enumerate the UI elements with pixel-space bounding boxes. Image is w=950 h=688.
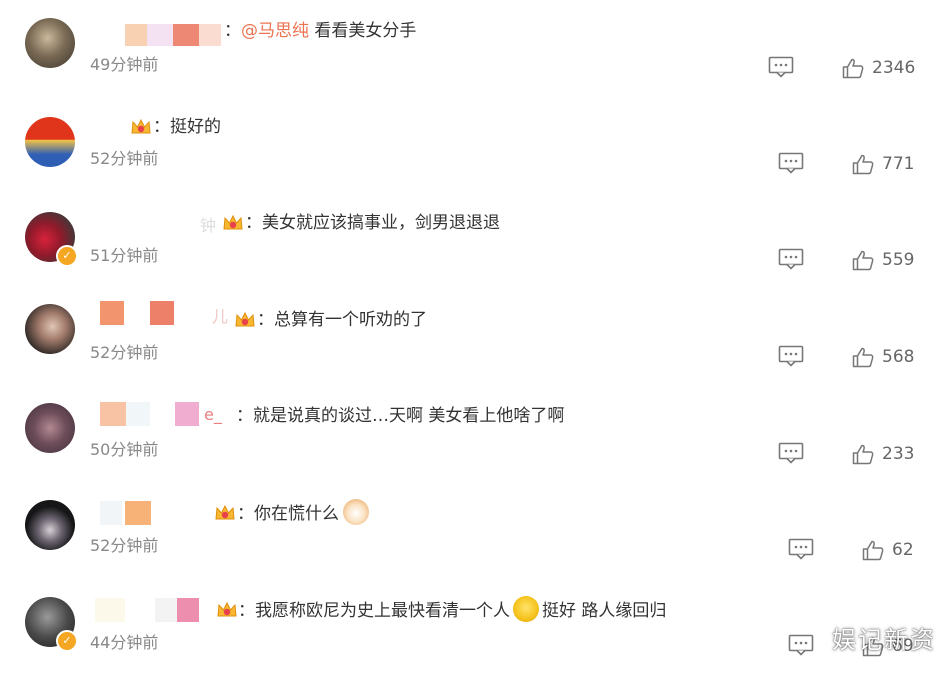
avatar[interactable] <box>25 117 75 167</box>
like-count: 568 <box>882 347 915 367</box>
comment-text: ：我愿称欧尼为史上最快看清一个人 挺好 路人缘回归 <box>238 596 666 624</box>
thumbs-up-icon <box>842 58 864 78</box>
watermark: 娱记新资 <box>832 626 936 654</box>
comment-time: 52分钟前 <box>90 343 159 362</box>
reply-icon[interactable] <box>778 248 804 270</box>
thumbs-up-icon <box>852 444 874 464</box>
comment-time: 44分钟前 <box>90 633 159 652</box>
separator: ： <box>224 21 241 41</box>
comment-text: ：就是说真的谈过…天啊 美女看上他啥了啊 <box>236 406 565 426</box>
like-button[interactable]: 62 <box>862 539 914 561</box>
reply-icon[interactable] <box>778 442 804 464</box>
like-button[interactable]: 233 <box>852 443 914 465</box>
verified-badge-icon: ✓ <box>56 630 78 652</box>
reply-icon[interactable] <box>778 345 804 367</box>
reply-icon[interactable] <box>768 56 794 78</box>
reply-icon[interactable] <box>788 538 814 560</box>
like-count: 233 <box>882 444 915 464</box>
avatar[interactable] <box>25 304 75 354</box>
comment-item: ✓ ：我愿称欧尼为史上最快看清一个人 挺好 路人缘回归 44分钟前 69 <box>0 592 950 688</box>
like-count: 2346 <box>872 58 916 78</box>
like-button[interactable]: 2346 <box>842 57 915 79</box>
like-count: 771 <box>882 154 915 174</box>
thumbs-up-icon <box>852 250 874 270</box>
crown-badge-icon <box>234 310 256 330</box>
like-button[interactable]: 771 <box>852 153 914 175</box>
comment-text: ：总算有一个听劝的了 <box>257 310 427 330</box>
comment-time: 52分钟前 <box>90 149 159 168</box>
username-masked[interactable]: 钟 <box>200 212 216 235</box>
crown-badge-icon <box>222 213 244 233</box>
comment-item: ：挺好的 52分钟前 771 <box>0 111 950 207</box>
thumbs-up-icon <box>862 540 884 560</box>
comment-item: ：@马思纯 看看美女分手 49分钟前 2346 <box>0 14 950 110</box>
comment-time: 52分钟前 <box>90 536 159 555</box>
comment-text: ：挺好的 <box>153 117 221 137</box>
comment-time: 51分钟前 <box>90 246 159 265</box>
comment-text: ：美女就应该搞事业，剑男退退退 <box>245 213 500 233</box>
thumbs-up-icon <box>852 347 874 367</box>
avatar[interactable] <box>25 18 75 68</box>
comment-item: ✓ 钟 ：美女就应该搞事业，剑男退退退 51分钟前 559 <box>0 207 950 303</box>
comment-text: ：@马思纯 看看美女分手 <box>224 21 417 41</box>
reply-icon[interactable] <box>778 152 804 174</box>
like-count: 62 <box>892 540 914 560</box>
comment-item: ：你在慌什么 52分钟前 62 <box>0 495 950 591</box>
comment-item: 儿 ：总算有一个听劝的了 52分钟前 568 <box>0 299 950 395</box>
verified-badge-icon: ✓ <box>56 245 78 267</box>
comment-time: 50分钟前 <box>90 440 159 459</box>
comment-item: e_ ：就是说真的谈过…天啊 美女看上他啥了啊 50分钟前 233 <box>0 398 950 494</box>
laugh-cry-emoji-icon <box>513 596 539 622</box>
cat-emoji-icon <box>343 499 369 525</box>
comment-time: 49分钟前 <box>90 55 159 74</box>
like-button[interactable]: 568 <box>852 346 914 368</box>
crown-badge-icon <box>130 117 152 137</box>
like-button[interactable]: 559 <box>852 249 914 271</box>
avatar[interactable] <box>25 500 75 550</box>
like-count: 559 <box>882 250 915 270</box>
mention-link[interactable]: @马思纯 <box>241 21 309 41</box>
crown-badge-icon <box>214 503 236 523</box>
avatar[interactable] <box>25 403 75 453</box>
thumbs-up-icon <box>852 154 874 174</box>
crown-badge-icon <box>216 600 238 620</box>
reply-icon[interactable] <box>788 634 814 656</box>
comment-text: ：你在慌什么 <box>237 499 369 527</box>
